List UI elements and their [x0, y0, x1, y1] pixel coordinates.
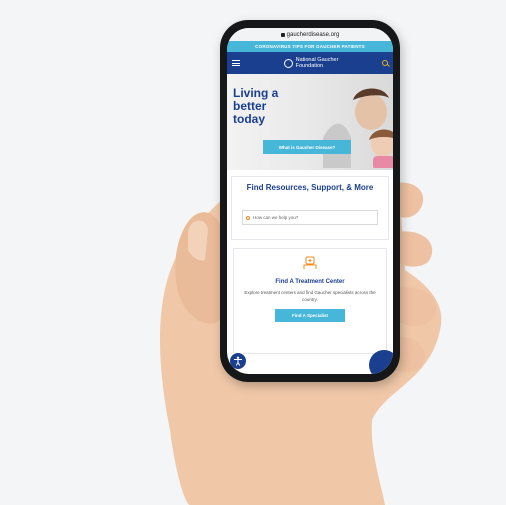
treatment-center-description: Explore treatment centers and find Gauch…	[244, 290, 376, 302]
browser-url-bar[interactable]: gaucherdisease.org	[227, 28, 393, 41]
foundation-logo-icon	[283, 58, 293, 68]
treatment-center-card: Find A Treatment Center Explore treatmen…	[233, 248, 387, 354]
corner-widget[interactable]	[369, 350, 393, 374]
hero-title: Living a better today	[233, 87, 293, 126]
hero-banner: Living a better today What is Gaucher Di…	[227, 74, 393, 170]
brand-name-line2: Foundation	[295, 63, 324, 69]
search-icon[interactable]	[382, 60, 388, 66]
treatment-center-title: Find A Treatment Center	[275, 279, 345, 285]
finger-2	[397, 231, 433, 267]
hospital-icon	[303, 256, 317, 269]
resources-card: Find Resources, Support, & More How can …	[231, 176, 389, 240]
finger-1	[397, 182, 424, 218]
hero-title-line3: today	[233, 112, 266, 126]
search-placeholder: How can we help you?	[253, 215, 299, 220]
accessibility-icon[interactable]	[229, 352, 247, 370]
alert-banner[interactable]: CORONAVIRUS TIPS FOR GAUCHER PATIENTS	[227, 41, 393, 52]
what-is-gaucher-button[interactable]: What is Gaucher Disease?	[263, 140, 351, 154]
alert-banner-text: CORONAVIRUS TIPS FOR GAUCHER PATIENTS	[255, 44, 365, 49]
accessibility-figure-icon	[234, 356, 242, 366]
search-icon	[246, 215, 250, 220]
phone-screen: gaucherdisease.org CORONAVIRUS TIPS FOR …	[227, 28, 393, 374]
hamburger-menu-icon[interactable]	[232, 60, 240, 66]
resources-title: Find Resources, Support, & More	[246, 183, 374, 192]
site-logo[interactable]: National Gaucher Foundation	[283, 57, 338, 69]
site-header: National Gaucher Foundation	[227, 52, 393, 74]
find-specialist-button[interactable]: Find A Specialist	[275, 309, 345, 322]
url-text: gaucherdisease.org	[286, 31, 340, 38]
help-search-input[interactable]: How can we help you?	[242, 210, 378, 225]
thumbnail	[188, 220, 208, 261]
lock-icon	[280, 32, 285, 37]
hero-photo	[323, 88, 393, 168]
smartphone: gaucherdisease.org CORONAVIRUS TIPS FOR …	[220, 20, 400, 382]
